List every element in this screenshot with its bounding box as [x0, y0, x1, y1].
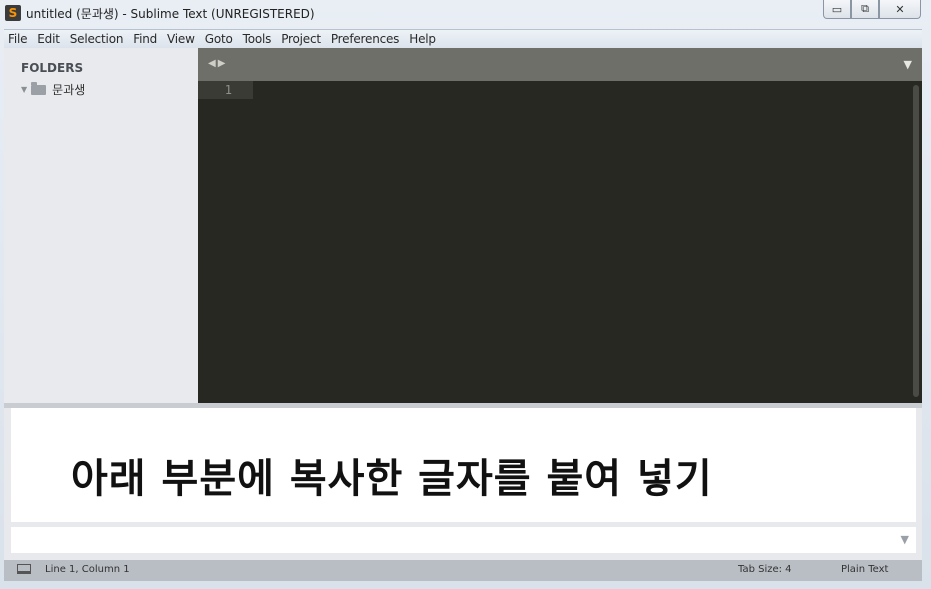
- window-controls: ▭ ⧉ ✕: [823, 0, 921, 19]
- vertical-scrollbar[interactable]: [913, 85, 919, 397]
- panel-toggle-icon[interactable]: [17, 564, 31, 574]
- menu-selection[interactable]: Selection: [65, 30, 129, 48]
- client-area: FOLDERS ▼ 문과생 ◀▶ ▼ 1 아래 부분에 복사한 글자를 붙여 넣…: [4, 48, 922, 581]
- folder-icon: [31, 81, 47, 95]
- syntax-indicator[interactable]: Plain Text: [841, 564, 888, 575]
- close-button[interactable]: ✕: [879, 0, 921, 19]
- sublime-window: S untitled (문과생) - Sublime Text (UNREGIS…: [0, 0, 931, 589]
- menu-bar: File Edit Selection Find View Goto Tools…: [4, 29, 922, 48]
- menu-edit[interactable]: Edit: [32, 30, 64, 48]
- menu-file[interactable]: File: [4, 30, 32, 48]
- sublime-logo-icon: S: [5, 5, 21, 21]
- menu-goto[interactable]: Goto: [200, 30, 238, 48]
- menu-view[interactable]: View: [162, 30, 200, 48]
- menu-tools[interactable]: Tools: [238, 30, 277, 48]
- code-editor[interactable]: 1: [198, 81, 922, 403]
- menu-help[interactable]: Help: [404, 30, 441, 48]
- minimize-button[interactable]: ▭: [823, 0, 851, 19]
- instruction-box: 아래 부분에 복사한 글자를 붙여 넣기: [11, 408, 916, 522]
- restore-button[interactable]: ⧉: [851, 0, 879, 19]
- expand-arrow-icon[interactable]: ▼: [21, 85, 27, 94]
- sidebar: FOLDERS ▼ 문과생: [4, 48, 198, 403]
- menu-project[interactable]: Project: [276, 30, 326, 48]
- tab-dropdown-icon[interactable]: ▼: [904, 58, 912, 71]
- tab-bar: ◀▶ ▼: [198, 48, 922, 81]
- menu-find[interactable]: Find: [128, 30, 162, 48]
- instruction-text: 아래 부분에 복사한 글자를 붙여 넣기: [71, 456, 713, 502]
- cursor-position: Line 1, Column 1: [45, 564, 130, 575]
- status-bar: Line 1, Column 1 Tab Size: 4 Plain Text: [4, 560, 922, 581]
- console-input[interactable]: [11, 527, 916, 553]
- current-line-gutter: 1: [198, 81, 253, 99]
- sidebar-folder-item[interactable]: ▼ 문과생: [21, 81, 85, 98]
- input-dropdown-icon[interactable]: ▼: [901, 533, 909, 546]
- window-title: untitled (문과생) - Sublime Text (UNREGISTE…: [26, 7, 315, 21]
- folders-heading: FOLDERS: [21, 61, 84, 75]
- tab-size-indicator[interactable]: Tab Size: 4: [738, 564, 792, 575]
- title-bar[interactable]: S untitled (문과생) - Sublime Text (UNREGIS…: [0, 0, 931, 28]
- line-number: 1: [224, 83, 232, 97]
- folder-label: 문과생: [52, 83, 86, 97]
- menu-preferences[interactable]: Preferences: [326, 30, 404, 48]
- tab-nav-arrows-icon[interactable]: ◀▶: [208, 58, 227, 69]
